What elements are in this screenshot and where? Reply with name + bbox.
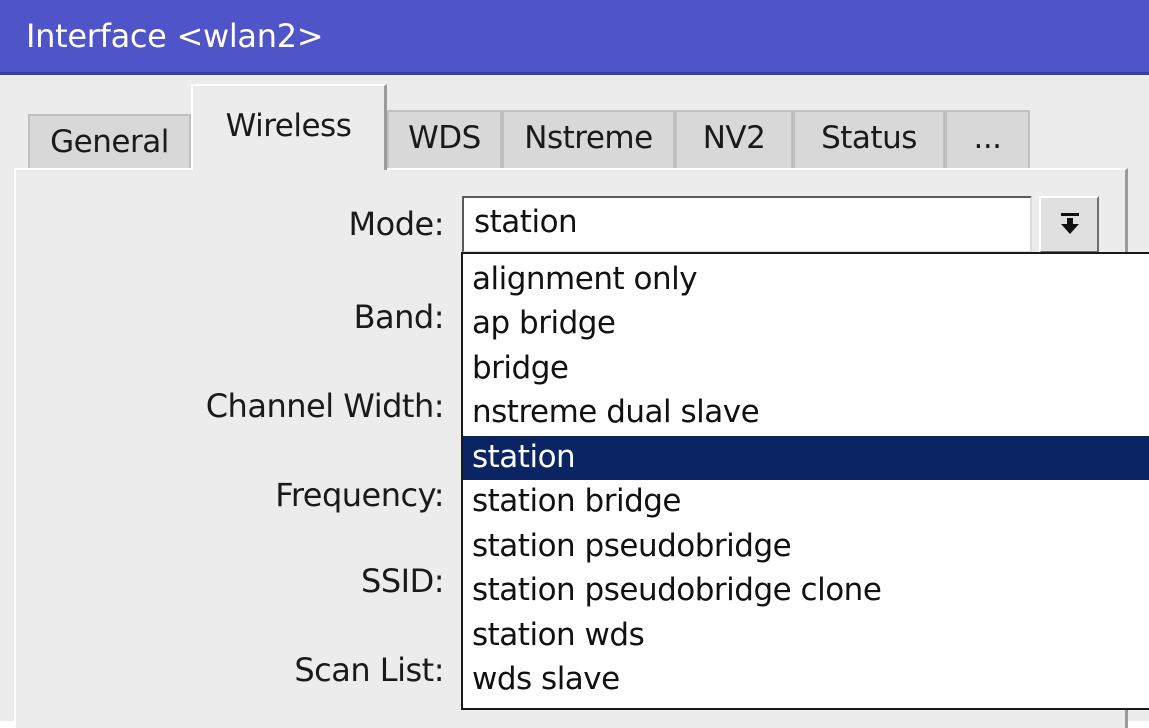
option-station[interactable]: station bbox=[463, 436, 1149, 480]
mode-label: Mode: bbox=[348, 205, 445, 243]
tab-status[interactable]: Status bbox=[793, 110, 945, 170]
mode-dropdown-button[interactable] bbox=[1039, 196, 1099, 253]
tab-nv2[interactable]: NV2 bbox=[675, 110, 793, 170]
option-nstreme-dual-slave[interactable]: nstreme dual slave bbox=[463, 391, 1149, 435]
mode-dropdown-list: alignment only ap bridge bridge nstreme … bbox=[461, 252, 1149, 710]
option-station-bridge[interactable]: station bridge bbox=[463, 480, 1149, 524]
tab-nstreme[interactable]: Nstreme bbox=[502, 110, 675, 170]
tab-more[interactable]: ... bbox=[945, 110, 1030, 170]
dropdown-arrow-icon bbox=[1061, 213, 1079, 234]
option-station-pseudobridge-clone[interactable]: station pseudobridge clone bbox=[463, 569, 1149, 613]
option-bridge[interactable]: bridge bbox=[463, 347, 1149, 391]
option-wds-slave[interactable]: wds slave bbox=[463, 658, 1149, 702]
interface-dialog: Interface <wlan2> General Wireless WDS N… bbox=[0, 0, 1149, 728]
ssid-label: SSID: bbox=[361, 562, 444, 600]
frequency-label: Frequency: bbox=[275, 476, 444, 514]
mode-value: station bbox=[474, 204, 578, 240]
window-title: Interface <wlan2> bbox=[26, 17, 324, 55]
scan-list-label: Scan List: bbox=[294, 651, 444, 689]
tab-general[interactable]: General bbox=[28, 114, 191, 170]
title-bar[interactable]: Interface <wlan2> bbox=[0, 0, 1149, 75]
tab-wds[interactable]: WDS bbox=[387, 110, 502, 170]
option-station-pseudobridge[interactable]: station pseudobridge bbox=[463, 525, 1149, 569]
option-ap-bridge[interactable]: ap bridge bbox=[463, 302, 1149, 346]
option-alignment-only[interactable]: alignment only bbox=[463, 258, 1149, 302]
option-station-wds[interactable]: station wds bbox=[463, 614, 1149, 658]
tab-wireless[interactable]: Wireless bbox=[191, 84, 387, 170]
band-label: Band: bbox=[353, 298, 445, 336]
channel-width-label: Channel Width: bbox=[205, 387, 445, 425]
mode-select[interactable]: station bbox=[462, 196, 1032, 253]
